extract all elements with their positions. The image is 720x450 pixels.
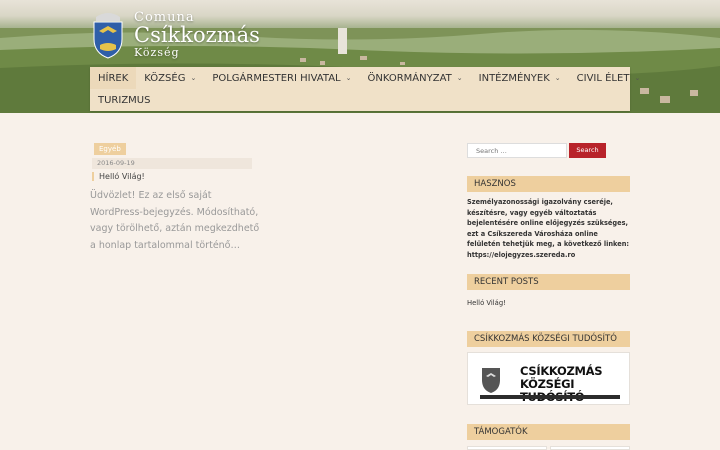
widget-title-recent-posts: RECENT POSTS: [467, 274, 630, 290]
header-banner: Comuna Csíkkozmás Község HÍREK KÖZSÉG ⌄ P…: [0, 0, 720, 113]
nav-label: INTÉZMÉNYEK: [478, 72, 550, 84]
nav-label: TURIZMUS: [98, 94, 151, 106]
search-input[interactable]: [467, 143, 567, 158]
chevron-down-icon: ⌄: [554, 74, 561, 82]
tudosito-banner-image[interactable]: CSÍKKOZMÁS KÖZSÉGI TUDÓSÍTÓ: [467, 352, 630, 405]
nav-item-intezmenyek[interactable]: INTÉZMÉNYEK ⌄: [471, 67, 569, 89]
chevron-down-icon: ⌄: [456, 74, 463, 82]
nav-item-civil-elet[interactable]: CIVIL ÉLET ⌄: [569, 67, 649, 89]
tudosito-image-bar: [480, 395, 620, 399]
coat-of-arms-icon: [93, 13, 123, 59]
chevron-down-icon: ⌄: [345, 74, 352, 82]
post-date: 2016-09-19: [92, 158, 252, 169]
nav-item-hirek[interactable]: HÍREK: [90, 67, 137, 89]
logo-line-3: Község: [134, 45, 180, 59]
coat-of-arms-icon: [482, 368, 500, 393]
nav-item-kozseg[interactable]: KÖZSÉG ⌄: [136, 67, 204, 89]
main-nav: HÍREK KÖZSÉG ⌄ POLGÁRMESTERI HIVATAL ⌄ ÖNK…: [90, 67, 640, 111]
widget-title-tudosito: CSÍKKOZMÁS KÖZSÉGI TUDÓSÍTÓ: [467, 331, 630, 347]
nav-item-polgarmesteri-hivatal[interactable]: POLGÁRMESTERI HIVATAL ⌄: [204, 67, 359, 89]
sponsor-logo[interactable]: [467, 446, 547, 450]
recent-post-link[interactable]: Helló Világ!: [467, 299, 506, 307]
post-excerpt: Üdvözlet! Ez az első saját WordPress-bej…: [90, 190, 260, 251]
logo-line-1: Comuna: [134, 9, 195, 25]
tudosito-image-line-2: KÖZSÉGI TUDÓSÍTÓ: [520, 377, 585, 404]
nav-label: HÍREK: [98, 72, 129, 84]
chevron-down-icon: ⌄: [634, 74, 641, 82]
nav-item-onkormanyzat[interactable]: ÖNKORMÁNYZAT ⌄: [360, 67, 471, 89]
nav-label: POLGÁRMESTERI HIVATAL: [212, 72, 341, 84]
widget-hasznos-text: Személyazonossági igazolvány cseréje, ké…: [467, 198, 630, 259]
widget-title-hasznos: HASZNOS: [467, 176, 630, 192]
sponsor-logo[interactable]: [550, 446, 630, 450]
nav-label: CIVIL ÉLET: [576, 72, 630, 84]
nav-label: KÖZSÉG: [144, 72, 186, 84]
site-logo[interactable]: Comuna Csíkkozmás Község: [90, 9, 260, 59]
nav-item-turizmus[interactable]: TURIZMUS: [90, 89, 158, 111]
search-button[interactable]: Search: [569, 143, 606, 158]
nav-label: ÖNKORMÁNYZAT: [367, 72, 452, 84]
post-category-badge[interactable]: Egyéb: [94, 143, 126, 155]
chevron-down-icon: ⌄: [190, 74, 197, 82]
widget-title-tamogatok: TÁMOGATÓK: [467, 424, 630, 440]
logo-line-2: Csíkkozmás: [134, 22, 260, 47]
post-title-link[interactable]: Helló Világ!: [92, 172, 145, 181]
